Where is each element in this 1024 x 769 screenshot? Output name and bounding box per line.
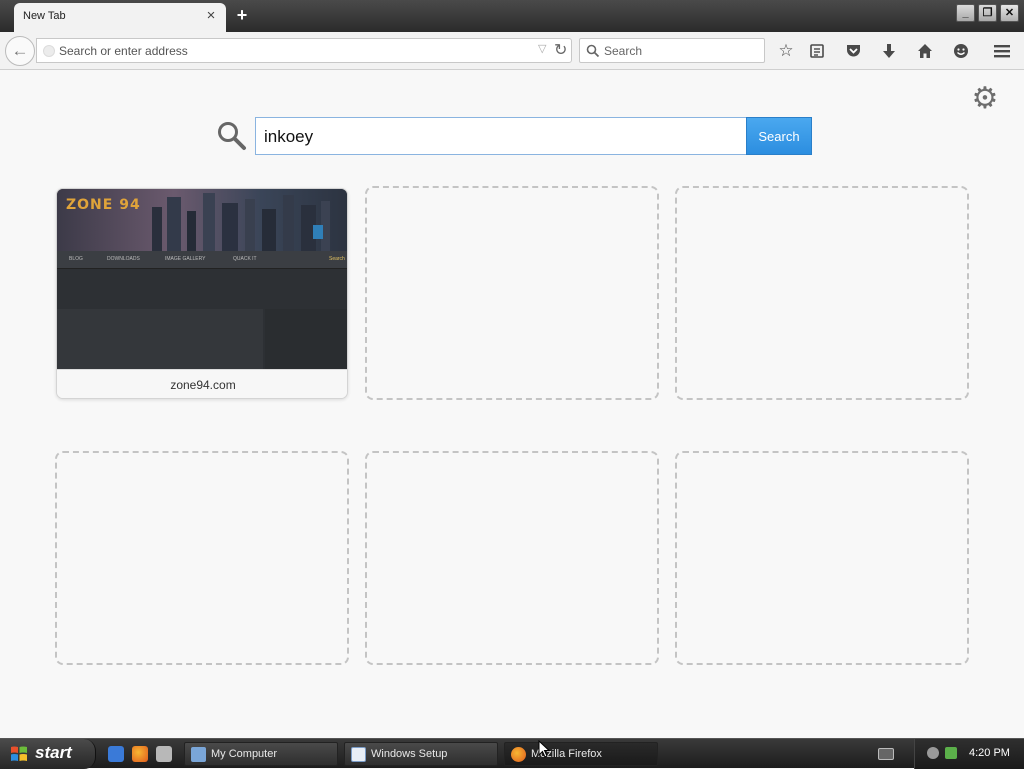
newtab-search-input[interactable]: inkoey <box>255 117 747 155</box>
empty-tile <box>365 186 659 400</box>
empty-tile <box>365 451 659 665</box>
tab-close-icon[interactable]: × <box>203 8 219 24</box>
network-icon[interactable] <box>927 747 939 759</box>
taskbar: start My Computer Windows Setup Mozilla … <box>0 738 1024 769</box>
task-my-computer[interactable]: My Computer <box>184 742 338 766</box>
thumbnail-menu-item: QUACK IT <box>233 256 257 262</box>
empty-tile <box>675 451 969 665</box>
nav-toolbar: ← Search or enter address ▽ ↻ Search ☆ <box>0 32 1024 70</box>
media-icon[interactable] <box>156 746 172 762</box>
system-tray: 4:20 PM <box>914 739 1024 769</box>
thumbnail-menu: BLOG DOWNLOADS IMAGE GALLERY QUACK IT Se… <box>57 251 347 269</box>
tab-new-tab[interactable]: New Tab × <box>14 3 226 32</box>
thumbnail-menu-item: Search <box>329 256 345 262</box>
newtab-search-button[interactable]: Search <box>746 117 812 155</box>
firefox-icon <box>511 747 526 762</box>
task-windows-setup[interactable]: Windows Setup <box>344 742 498 766</box>
task-label: My Computer <box>211 748 278 760</box>
empty-tile <box>55 451 349 665</box>
task-mozilla-firefox[interactable]: Mozilla Firefox <box>504 742 658 766</box>
thumbnail-body <box>57 309 263 369</box>
task-label: Windows Setup <box>371 748 448 760</box>
settings-gear-icon[interactable]: ⚙ <box>970 84 1000 114</box>
update-icon[interactable] <box>945 747 957 759</box>
minimize-button[interactable]: _ <box>956 4 975 22</box>
site-thumbnail: ZONE 94 BLOG DOWNLOADS IMAGE GALLERY QUA… <box>57 189 347 369</box>
star-icon[interactable]: ☆ <box>775 40 797 62</box>
thumbnail-logo: ZONE 94 <box>66 197 141 213</box>
firefox-icon[interactable] <box>132 746 148 762</box>
search-icon <box>586 44 600 58</box>
start-label: start <box>35 743 72 762</box>
top-site-tile[interactable]: ZONE 94 BLOG DOWNLOADS IMAGE GALLERY QUA… <box>56 188 348 399</box>
download-icon[interactable] <box>878 40 900 62</box>
thumbnail-sidebar <box>265 309 347 369</box>
new-tab-button[interactable]: + <box>232 5 252 25</box>
reading-list-icon[interactable] <box>806 40 828 62</box>
start-button[interactable]: start <box>0 739 96 769</box>
windows-logo-icon <box>11 746 27 761</box>
mouse-cursor-icon <box>538 740 550 758</box>
tab-title: New Tab <box>23 10 66 22</box>
clock: 4:20 PM <box>969 747 1010 759</box>
menu-icon[interactable] <box>991 40 1013 62</box>
history-dropdown-icon[interactable]: ▽ <box>538 42 546 55</box>
close-window-button[interactable]: ✕ <box>1000 4 1019 22</box>
globe-icon <box>43 45 55 57</box>
title-bar: New Tab × + _ ❐ ✕ <box>0 0 1024 32</box>
search-placeholder: Search <box>604 44 643 58</box>
search-bar[interactable]: Search <box>579 38 765 63</box>
thumbnail-menu-item: BLOG <box>69 256 83 262</box>
ie-icon[interactable] <box>108 746 124 762</box>
restore-button[interactable]: ❐ <box>978 4 997 22</box>
computer-icon <box>191 747 206 762</box>
thumbnail-menu-item: IMAGE GALLERY <box>165 256 206 262</box>
home-icon[interactable] <box>914 40 936 62</box>
thumbnail-banner: ZONE 94 <box>57 189 347 251</box>
hello-icon[interactable] <box>950 40 972 62</box>
back-button[interactable]: ← <box>5 36 35 66</box>
tile-label: zone94.com <box>57 369 347 398</box>
keyboard-icon[interactable] <box>878 748 894 760</box>
window-icon <box>351 747 366 762</box>
search-icon <box>218 122 246 150</box>
url-placeholder: Search or enter address <box>59 44 188 58</box>
thumbnail-menu-item: DOWNLOADS <box>107 256 140 262</box>
pocket-icon[interactable] <box>842 40 864 62</box>
empty-tile <box>675 186 969 400</box>
reload-icon[interactable]: ↻ <box>554 40 567 60</box>
url-bar[interactable]: Search or enter address ▽ ↻ <box>36 38 572 63</box>
